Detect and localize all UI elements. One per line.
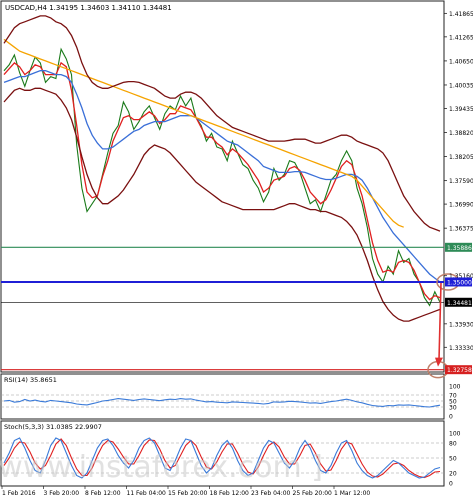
x-tick-label: 18 Feb 12:00 (210, 490, 250, 497)
osc-tick-label: 20 (449, 471, 457, 478)
x-tick-label: 3 Feb 20:00 (44, 490, 80, 497)
y-tick-label: 1.33930 (449, 321, 473, 328)
y-tick-label: 1.38205 (449, 154, 473, 161)
x-tick-label: 23 Feb 04:00 (251, 490, 291, 497)
level-label-resistance: 1.35886 (447, 245, 472, 252)
chart-canvas: 1.41865 1.41265 1.40650 1.40035 1.39435 1.388… (0, 0, 473, 497)
y-tick-label: 1.38820 (449, 130, 473, 137)
y-tick-label: 1.40650 (449, 58, 473, 65)
osc-tick-label: 0 (449, 414, 453, 421)
forex-chart: 1.41865 1.41265 1.40650 1.40035 1.39435 1.388… (0, 0, 473, 500)
osc-tick-label: 0 (449, 481, 453, 488)
x-tick-label: 11 Feb 04:00 (127, 490, 167, 497)
level-label-current: 1.34481 (447, 300, 472, 307)
level-label-target: 1.32758 (447, 367, 472, 374)
y-tick-label: 1.41865 (449, 11, 473, 18)
price-panel (0, 0, 445, 373)
osc-tick-label: 80 (449, 441, 457, 448)
x-tick-label: 25 Feb 20:00 (293, 490, 333, 497)
x-tick-label: 1 Mar 12:00 (334, 490, 370, 497)
y-tick-label: 1.36375 (449, 226, 473, 233)
osc-tick-label: 50 (449, 456, 457, 463)
y-tick-label: 1.37590 (449, 178, 473, 185)
rsi-label: RSI(14) 35.8651 (4, 376, 57, 384)
x-tick-label: 15 Feb 20:00 (168, 490, 208, 497)
x-tick-label: 1 Feb 2016 (2, 490, 36, 497)
y-tick-label: 1.40035 (449, 82, 473, 89)
stoch-label: Stoch(5,3,3) 31.0385 22.9907 (4, 423, 102, 431)
x-tick-label: 8 Feb 12:00 (85, 490, 121, 497)
y-tick-label: 1.33330 (449, 345, 473, 352)
rsi-panel (0, 373, 445, 420)
watermark: [ www.instaforex.com ] (0, 450, 323, 485)
osc-tick-label: 100 (449, 384, 461, 391)
chart-title: USDCAD,H4 1.34195 1.34603 1.34110 1.3448… (5, 4, 172, 12)
osc-tick-label: 100 (449, 431, 461, 438)
level-label-pivot: 1.35000 (447, 279, 472, 286)
y-tick-label: 1.41265 (449, 34, 473, 41)
y-tick-label: 1.39435 (449, 106, 473, 113)
y-tick-label: 1.36990 (449, 202, 473, 209)
osc-tick-label: 30 (449, 405, 457, 412)
